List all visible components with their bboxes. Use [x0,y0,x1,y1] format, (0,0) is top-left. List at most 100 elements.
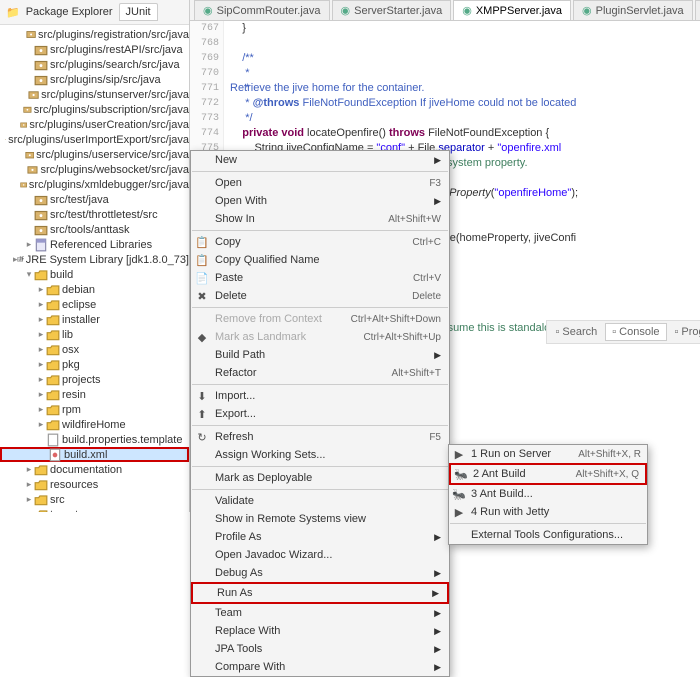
tree-item[interactable]: src/plugins/xmldebugger/src/java [0,177,189,192]
menu-item-debug-as[interactable]: Debug As▶ [191,564,449,582]
menu-icon: ⬆ [195,408,209,421]
tree-item[interactable]: ▾ build [0,267,189,282]
bottom-tab[interactable]: ▫Console [605,323,666,341]
submenu-item[interactable]: 🐜3 Ant Build... [449,485,647,503]
tree-item[interactable]: src/plugins/websocket/src/java [0,162,189,177]
menu-item-mark-as-deployable[interactable]: Mark as Deployable [191,469,449,487]
tree-item[interactable]: src/plugins/stunserver/src/java [0,87,189,102]
ant-icon [48,449,62,461]
tree-item[interactable]: src/plugins/search/src/java [0,57,189,72]
tree-item[interactable]: ▸target [0,507,189,512]
tree-item[interactable]: src/plugins/subscription/src/java [0,102,189,117]
tree-item[interactable]: ▸wildfireHome [0,417,189,432]
jre-icon: JRE [17,254,23,266]
tree-item[interactable]: ▸projects [0,372,189,387]
submenu-item[interactable]: External Tools Configurations... [449,526,647,544]
menu-item-remove-from-context[interactable]: Remove from ContextCtrl+Alt+Shift+Down [191,310,449,328]
twisty-icon[interactable]: ▸ [36,329,46,340]
menu-item-open-javadoc-wizard-[interactable]: Open Javadoc Wizard... [191,546,449,564]
menu-item-refactor[interactable]: RefactorAlt+Shift+T [191,364,449,382]
menu-item-new[interactable]: New▶ [191,151,449,169]
twisty-icon[interactable]: ▸ [36,389,46,400]
bottom-tab[interactable]: ▫Progress [669,323,700,341]
twisty-icon[interactable]: ▸ [36,299,46,310]
tree-item[interactable]: src/plugins/userImportExport/src/java [0,132,189,147]
tree-item[interactable]: ▸debian [0,282,189,297]
editor-tab[interactable]: ◉PluginServlet.java [573,0,693,20]
tree-item[interactable]: ▸documentation [0,462,189,477]
tree-item-label: build [50,269,73,281]
tree-item[interactable]: ▸JREJRE System Library [jdk1.8.0_73] [0,252,189,267]
tree-item[interactable]: src/tools/anttask [0,222,189,237]
tree-item[interactable]: ▸ lib [0,327,189,342]
menu-item-refresh[interactable]: ↻RefreshF5 [191,428,449,446]
package-explorer-tree[interactable]: src/plugins/registration/src/javasrc/plu… [0,25,189,512]
tree-item[interactable]: ▸Referenced Libraries [0,237,189,252]
twisty-icon[interactable]: ▸ [36,404,46,415]
twisty-icon[interactable]: ▸ [36,284,46,295]
menu-item-paste[interactable]: 📄PasteCtrl+V [191,269,449,287]
twisty-icon[interactable]: ▸ [24,494,34,505]
menu-item-validate[interactable]: Validate [191,492,449,510]
tree-item[interactable]: src/plugins/restAPI/src/java [0,42,189,57]
menu-item-compare-with[interactable]: Compare With▶ [191,658,449,676]
menu-item-open[interactable]: OpenF3 [191,174,449,192]
twisty-icon[interactable]: ▸ [24,239,34,250]
tree-item[interactable]: src/plugins/userCreation/src/java [0,117,189,132]
menu-item-replace-with[interactable]: Replace With▶ [191,622,449,640]
tree-item[interactable]: src/test/throttletest/src [0,207,189,222]
twisty-icon[interactable]: ▸ [36,344,46,355]
menu-item-open-with[interactable]: Open With▶ [191,192,449,210]
menu-item-profile-as[interactable]: Profile As▶ [191,528,449,546]
tree-item[interactable]: src/plugins/userservice/src/java [0,147,189,162]
tree-item[interactable]: ▸rpm [0,402,189,417]
twisty-icon[interactable]: ▾ [24,269,34,280]
pkg-icon [20,119,27,131]
menu-item-mark-as-landmark[interactable]: ◆Mark as LandmarkCtrl+Alt+Shift+Up [191,328,449,346]
menu-item-show-in-remote-systems-view[interactable]: Show in Remote Systems view [191,510,449,528]
twisty-icon[interactable]: ▸ [36,419,46,430]
editor-tab[interactable]: ◉XMPPServer.java [453,0,571,20]
submenu-item[interactable]: 🐜2 Ant BuildAlt+Shift+X, Q [449,463,647,485]
menu-item-delete[interactable]: ✖DeleteDelete [191,287,449,305]
junit-tab[interactable]: JUnit [119,3,158,21]
tree-item[interactable]: src/plugins/registration/src/java [0,27,189,42]
submenu-item[interactable]: ▶1 Run on ServerAlt+Shift+X, R [449,445,647,463]
twisty-icon[interactable]: ▸ [24,479,34,490]
tree-item[interactable]: ▸installer [0,312,189,327]
menu-item-copy[interactable]: 📋CopyCtrl+C [191,233,449,251]
twisty-icon[interactable]: ▸ [36,359,46,370]
tree-item[interactable]: build.xml [0,447,189,462]
tree-item[interactable]: ▸osx [0,342,189,357]
menu-item-build-path[interactable]: Build Path▶ [191,346,449,364]
tree-item[interactable]: build.properties.template [0,432,189,447]
twisty-icon[interactable]: ▸ [36,314,46,325]
bottom-tab[interactable]: ▫Search [549,323,603,341]
tree-item[interactable]: src/test/java [0,192,189,207]
menu-item-assign-working-sets-[interactable]: Assign Working Sets... [191,446,449,464]
tree-item[interactable]: ▸pkg [0,357,189,372]
java-file-icon: ◉ [582,4,592,17]
tree-item[interactable]: src/plugins/sip/src/java [0,72,189,87]
menu-item-run-as[interactable]: Run As▶ [191,582,449,604]
twisty-icon[interactable]: ▸ [36,374,46,385]
editor-tab[interactable]: ◉ContentFilterTest.java [695,0,700,20]
tree-item[interactable]: ▸resources [0,477,189,492]
tree-item[interactable]: ▸src [0,492,189,507]
menu-icon: ✖ [195,290,209,303]
menu-item-show-in[interactable]: Show InAlt+Shift+W [191,210,449,228]
tree-item[interactable]: ▸resin [0,387,189,402]
menu-item-jpa-tools[interactable]: JPA Tools▶ [191,640,449,658]
menu-item-import-[interactable]: ⬇Import... [191,387,449,405]
twisty-icon[interactable]: ▸ [24,464,34,475]
menu-item-label: Validate [215,495,254,507]
menu-item-copy-qualified-name[interactable]: 📋Copy Qualified Name [191,251,449,269]
submenu-item[interactable]: ▶4 Run with Jetty [449,503,647,521]
tree-item-label: lib [62,329,73,341]
editor-tab[interactable]: ◉SipCommRouter.java [194,0,330,20]
tree-item[interactable]: ▸eclipse [0,297,189,312]
shortcut-label: Alt+Shift+W [388,214,441,225]
editor-tab[interactable]: ◉ServerStarter.java [332,0,452,20]
menu-item-team[interactable]: Team▶ [191,604,449,622]
menu-item-export-[interactable]: ⬆Export... [191,405,449,423]
